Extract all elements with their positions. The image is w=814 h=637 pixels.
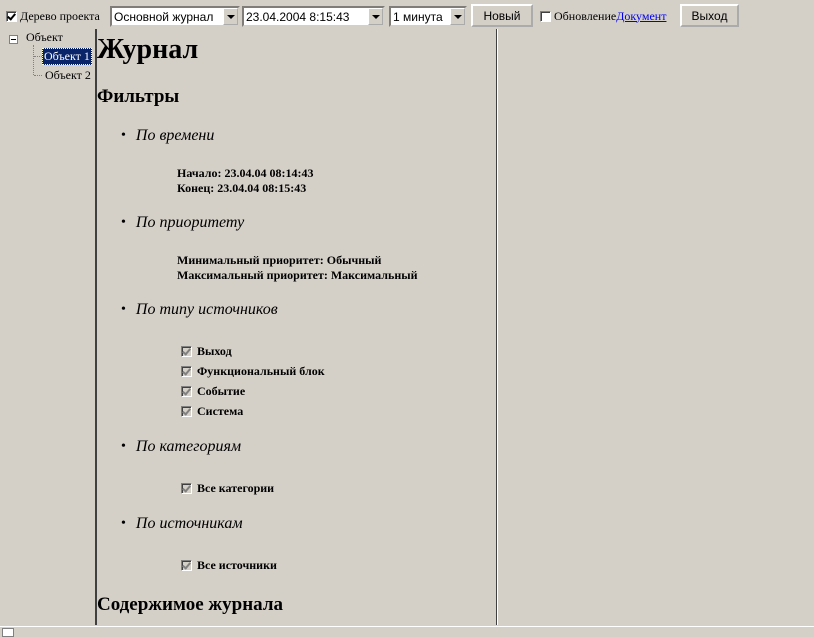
check-event <box>181 386 192 397</box>
priority-filter-details: Минимальный приоритет: Обычный Максималь… <box>177 253 418 283</box>
time-filter-details: Начало: 23.04.04 08:14:43 Конец: 23.04.0… <box>177 166 313 196</box>
filter-section-time: По времени <box>121 127 214 145</box>
collapse-icon[interactable] <box>9 35 18 44</box>
project-tree: Объект Объект 1 Объект 2 <box>0 29 95 625</box>
document-icon <box>2 628 14 637</box>
datetime-select[interactable]: 23.04.2004 8:15:43 <box>242 6 385 27</box>
time-end: Конец: 23.04.04 08:15:43 <box>177 181 307 195</box>
priority-max: Максимальный приоритет: Максимальный <box>177 268 418 282</box>
page-title: Журнал <box>97 34 199 65</box>
tree-root-node[interactable]: Объект <box>26 30 63 45</box>
check-system-label: Система <box>197 404 244 418</box>
check-all-sources-label: Все источники <box>197 558 277 572</box>
filter-section-sources: По источникам <box>121 515 243 533</box>
content-heading: Содержимое журнала <box>97 594 284 615</box>
chevron-down-icon[interactable] <box>223 8 238 25</box>
new-button[interactable]: Новый <box>471 4 533 27</box>
exit-button[interactable]: Выход <box>680 4 739 27</box>
priority-min: Минимальный приоритет: Обычный <box>177 253 382 267</box>
project-tree-toggle[interactable]: Дерево проекта <box>6 5 100 27</box>
project-tree-checkbox[interactable] <box>6 10 17 22</box>
check-row-all-categories: Все категории <box>181 481 274 496</box>
filter-section-categories: По категориям <box>121 438 241 456</box>
journal-document: Журнал Фильтры По времени Начало: 23.04.… <box>97 29 496 625</box>
journal-select[interactable]: Основной журнал <box>110 6 240 27</box>
right-pane <box>498 29 814 625</box>
datetime-select-value: 23.04.2004 8:15:43 <box>246 9 350 24</box>
check-row-system: Система <box>181 404 243 419</box>
check-system <box>181 406 192 417</box>
check-row-function-block: Функциональный блок <box>181 364 325 379</box>
tree-connector <box>33 45 34 75</box>
interval-select[interactable]: 1 минута <box>389 6 467 27</box>
check-output <box>181 346 192 357</box>
check-all-categories-label: Все категории <box>197 481 275 495</box>
tree-connector <box>34 75 42 76</box>
check-row-all-sources: Все источники <box>181 558 277 573</box>
project-tree-label: Дерево проекта <box>20 8 100 23</box>
check-row-event: Событие <box>181 384 245 399</box>
document-link[interactable]: Документ <box>616 9 666 24</box>
refresh-toggle[interactable]: Обновление Документ <box>540 5 666 27</box>
refresh-label: Обновление <box>554 8 617 23</box>
toolbar: Дерево проекта Основной журнал 23.04.200… <box>0 0 814 29</box>
check-row-output: Выход <box>181 344 232 359</box>
check-function-block-label: Функциональный блок <box>197 364 325 378</box>
check-all-sources <box>181 560 192 571</box>
journal-select-value: Основной журнал <box>114 9 214 24</box>
time-start: Начало: 23.04.04 08:14:43 <box>177 166 314 180</box>
chevron-down-icon[interactable] <box>368 8 383 25</box>
tree-node-object-2[interactable]: Объект 2 <box>45 68 91 83</box>
check-function-block <box>181 366 192 377</box>
tree-connector <box>34 56 42 57</box>
chevron-down-icon[interactable] <box>450 8 465 25</box>
check-event-label: Событие <box>197 384 246 398</box>
tree-node-object-1[interactable]: Объект 1 <box>42 48 92 65</box>
filter-section-priority: По приоритету <box>121 214 244 232</box>
refresh-checkbox[interactable] <box>540 10 551 22</box>
check-all-categories <box>181 483 192 494</box>
filter-section-source-type: По типу источников <box>121 301 278 319</box>
filters-heading: Фильтры <box>97 86 180 107</box>
interval-select-value: 1 минута <box>393 9 443 24</box>
check-output-label: Выход <box>197 344 232 358</box>
